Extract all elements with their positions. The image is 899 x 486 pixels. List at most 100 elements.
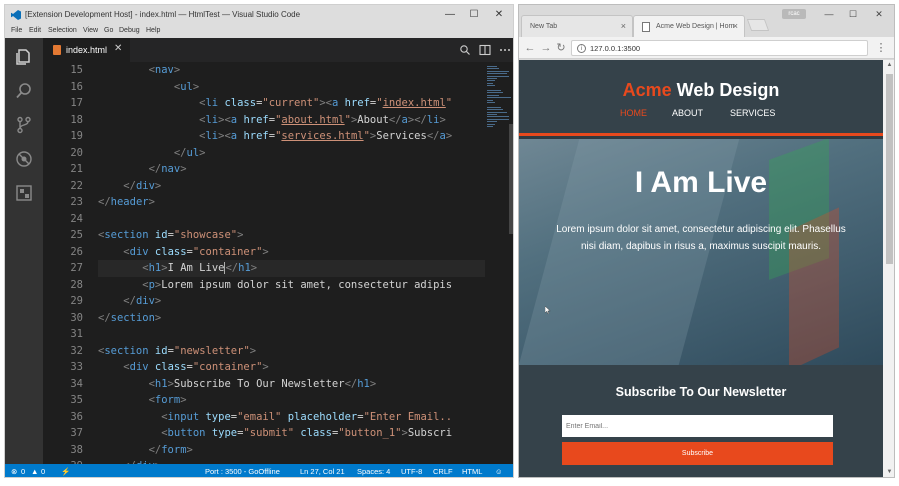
language-mode[interactable]: HTML	[462, 467, 482, 476]
minimap-line	[487, 75, 509, 77]
profile-badge[interactable]: rcac	[782, 9, 806, 19]
code-line-26: <div class="container">	[123, 245, 269, 258]
menu-view[interactable]: View	[83, 27, 98, 34]
vscode-titlebar: [Extension Development Host] - index.htm…	[5, 5, 513, 25]
code-line-29: </div>	[123, 295, 162, 307]
debug-icon[interactable]	[15, 150, 33, 168]
tab-close-icon[interactable]: ×	[733, 21, 738, 31]
line-number: 25	[70, 229, 83, 241]
reload-icon[interactable]: ↻	[554, 41, 568, 55]
code-line-36: <input type="email" placeholder="Enter E…	[161, 410, 453, 423]
nav-about-link[interactable]: ABOUT	[672, 108, 703, 118]
minimap[interactable]	[485, 62, 513, 464]
scrollbar-thumb[interactable]	[886, 74, 893, 264]
line-number: 36	[70, 410, 83, 423]
minimap-line	[487, 97, 511, 99]
tab-close-icon[interactable]: ×	[621, 21, 626, 31]
minimize-button[interactable]: —	[821, 8, 837, 20]
maximize-button[interactable]: ☐	[465, 8, 483, 22]
cursor-position[interactable]: Ln 27, Col 21	[300, 467, 345, 476]
line-number: 30	[70, 311, 83, 324]
minimap-line	[487, 102, 495, 103]
tab-new-tab[interactable]: New Tab ×	[521, 15, 633, 37]
indentation[interactable]: Spaces: 4	[357, 467, 390, 476]
minimap-line	[487, 92, 503, 94]
line-number: 33	[70, 361, 83, 373]
minimap-line	[487, 78, 497, 79]
minimize-button[interactable]: —	[441, 8, 459, 22]
encoding[interactable]: UTF-8	[401, 467, 422, 476]
site-nav: HOME ABOUT SERVICES	[519, 108, 883, 122]
minimap-line	[487, 123, 495, 125]
menu-debug[interactable]: Debug	[119, 27, 140, 34]
vscode-window: [Extension Development Host] - index.htm…	[4, 4, 514, 478]
chrome-window: New Tab × Acme Web Design | Hom × rcac —…	[518, 4, 895, 478]
more-actions-icon[interactable]	[499, 44, 511, 56]
tab-close-icon[interactable]: ✕	[114, 43, 122, 54]
screen: [Extension Development Host] - index.htm…	[0, 0, 899, 486]
close-window-button[interactable]: ✕	[490, 8, 508, 22]
page-scrollbar[interactable]: ▲ ▼	[883, 60, 894, 477]
line-number: 23	[70, 196, 83, 208]
tab-acme-web-design[interactable]: Acme Web Design | Hom ×	[633, 15, 745, 37]
line-number: 19	[70, 130, 83, 142]
subscribe-button[interactable]: Subscribe	[562, 442, 833, 465]
line-ending[interactable]: CRLF	[433, 467, 453, 476]
new-tab-button[interactable]	[746, 19, 770, 31]
scroll-down-arrow-icon[interactable]: ▼	[886, 469, 893, 477]
browser-toolbar: ← → ↻ i 127.0.0.1:3500 ⋮	[519, 37, 894, 59]
url-text[interactable]: 127.0.0.1:3500	[590, 44, 640, 53]
site-brand[interactable]: Acme Web Design	[519, 80, 883, 101]
showcase-text: Lorem ipsum dolor sit amet, consectetur …	[556, 224, 846, 252]
line-number: 17	[70, 97, 83, 109]
close-window-button[interactable]: ✕	[871, 8, 887, 20]
menu-file[interactable]: File	[11, 27, 22, 34]
errors-icon[interactable]: ⊗	[11, 467, 17, 476]
minimap-line	[487, 99, 493, 101]
code-line-32: <section id="newsletter">	[98, 344, 257, 357]
status-bar: ⊗ 0 ▲ 0 ⚡ Port : 3500 - GoOffline Ln 27,…	[5, 464, 513, 477]
minimap-line	[487, 94, 499, 96]
files-icon[interactable]	[15, 48, 33, 66]
line-number: 37	[70, 427, 83, 439]
extensions-icon[interactable]	[15, 184, 33, 202]
forward-arrow-icon[interactable]: →	[539, 41, 553, 55]
address-bar[interactable]: i 127.0.0.1:3500	[571, 40, 868, 56]
showcase-title: I Am Live	[634, 166, 768, 199]
maximize-button[interactable]: ☐	[845, 8, 861, 20]
code-line-22: </div>	[123, 179, 162, 192]
info-icon[interactable]: i	[577, 44, 586, 53]
menu-selection[interactable]: Selection	[48, 27, 77, 34]
error-count[interactable]: 0	[21, 467, 25, 476]
menu-edit[interactable]: Edit	[29, 27, 41, 34]
nav-home-link[interactable]: HOME	[620, 108, 647, 118]
open-changes-icon[interactable]	[459, 44, 471, 56]
menu-go[interactable]: Go	[104, 27, 113, 34]
live-server-port[interactable]: Port : 3500 - GoOffline	[205, 467, 280, 476]
editor-scrollbar[interactable]	[509, 124, 513, 234]
activity-bar	[5, 38, 43, 464]
lightning-icon: ⚡	[61, 467, 71, 476]
editor-tabbar: index.html ✕	[43, 38, 513, 62]
line-number: 38	[70, 443, 83, 456]
vscode-menubar: File Edit Selection View Go Debug Help	[5, 25, 513, 38]
kebab-menu-icon[interactable]: ⋮	[874, 41, 888, 55]
menu-help[interactable]: Help	[146, 27, 160, 34]
back-arrow-icon[interactable]: ←	[523, 41, 537, 55]
code-area[interactable]: <nav> <ul> <li class="current"><a href="…	[98, 62, 488, 464]
search-icon[interactable]	[15, 82, 33, 100]
code-editor[interactable]: 15 16 17 18 19 20 21 22 23 24 25 26 27 28 29 30 31 32 33 34…	[43, 62, 513, 464]
scroll-up-arrow-icon[interactable]: ▲	[886, 62, 893, 70]
warning-icon[interactable]: ▲	[31, 467, 38, 476]
line-number: 35	[70, 394, 83, 406]
email-input[interactable]	[562, 415, 833, 437]
tab-index-html[interactable]: index.html ✕	[43, 38, 130, 62]
code-line-23: </header>	[98, 196, 155, 208]
source-control-icon[interactable]	[15, 116, 33, 134]
split-editor-icon[interactable]	[479, 44, 491, 56]
warning-count[interactable]: 0	[41, 467, 45, 476]
feedback-smiley-icon[interactable]: ☺	[495, 467, 503, 476]
nav-services-link[interactable]: SERVICES	[730, 108, 775, 118]
code-line-37: <button type="submit" class="button_1">S…	[161, 427, 453, 439]
